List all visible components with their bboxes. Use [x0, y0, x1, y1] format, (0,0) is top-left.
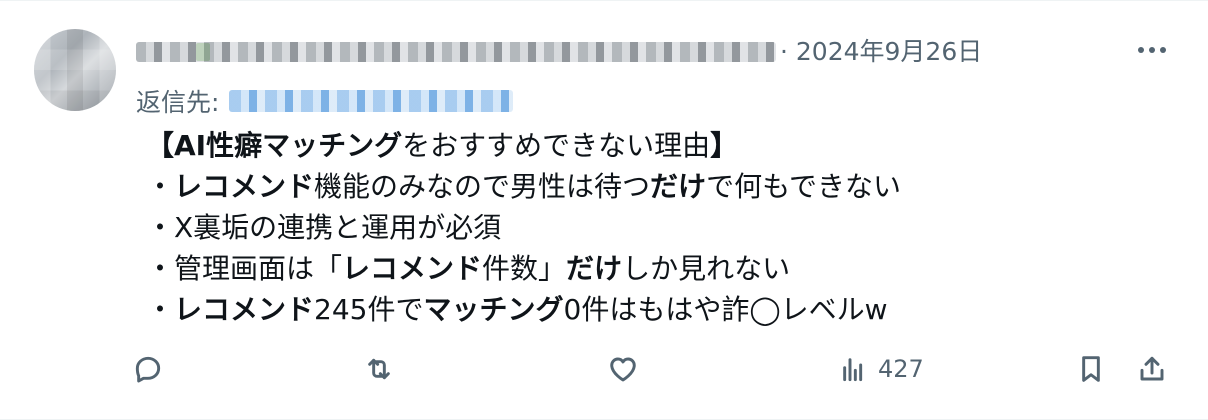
tweet-text-line: ・X裏垢の連携と運用が必須: [146, 207, 1166, 248]
tweet-text-bold: レコメンド: [342, 252, 483, 285]
tweet-text-segment: ・: [146, 293, 175, 326]
retweet-button[interactable]: [363, 347, 395, 391]
tweet-header: · 2024年9月26日: [136, 34, 982, 70]
tweet-text-bold: マッチング: [423, 293, 564, 326]
tweet-text-bold: レコメンド: [174, 170, 315, 203]
views-icon: [843, 358, 863, 382]
views-button[interactable]: 427: [838, 347, 924, 391]
tweet-text-segment: ・: [146, 170, 175, 203]
tweet-text-segment: ・管理画面は「: [146, 252, 343, 285]
tweet-text-bold: 【AI性癖マッチング: [146, 129, 403, 162]
tweet: · 2024年9月26日 返信先: 【AI性癖マッチングをおすすめできない理由】…: [0, 0, 1208, 420]
reply-button[interactable]: [132, 347, 164, 391]
tweet-text-line: ・レコメンド245件でマッチング0件はもはや詐◯レベルw: [146, 289, 1166, 330]
tweet-text-line: ・管理画面は「レコメンド件数」だけしか見れない: [146, 248, 1166, 289]
more-button[interactable]: [1130, 35, 1174, 65]
reply-label: 返信先:: [136, 88, 220, 117]
bookmark-icon: [1082, 356, 1100, 382]
tweet-text-segment: 件数」: [482, 252, 567, 285]
tweet-text-segment: ・X裏垢の連携と運用が必須: [146, 211, 502, 244]
reply-context: 返信先:: [136, 83, 514, 119]
blurred-display-name[interactable]: [136, 42, 776, 62]
tweet-text-bold: 】: [710, 129, 739, 162]
view-count: 427: [878, 355, 924, 383]
tweet-text-segment: 機能のみなので男性は待つ: [314, 170, 651, 203]
tweet-text-segment: 0件はもはや詐◯レベルw: [563, 293, 888, 326]
tweet-text-segment: 245件で: [314, 293, 424, 326]
blurred-reply-handle[interactable]: [229, 90, 514, 112]
tweet-text-bold: だけ: [566, 252, 623, 285]
avatar[interactable]: [34, 29, 116, 111]
tweet-date[interactable]: · 2024年9月26日: [780, 34, 982, 70]
tweet-text-bold: レコメンド: [174, 293, 315, 326]
share-icon: [1140, 356, 1164, 381]
tweet-text: 【AI性癖マッチングをおすすめできない理由】 ・レコメンド機能のみなので男性は待つ…: [146, 125, 1166, 330]
tweet-text-bold: だけ: [650, 170, 707, 203]
tweet-actions: 427: [132, 347, 1182, 391]
reply-icon: [135, 356, 161, 383]
tweet-text-segment: をおすすめできない理由: [402, 129, 711, 162]
like-button[interactable]: [607, 347, 639, 391]
tweet-text-line: ・レコメンド機能のみなので男性は待つだけで何もできない: [146, 166, 1166, 207]
tweet-text-line: 【AI性癖マッチングをおすすめできない理由】: [146, 125, 1166, 166]
more-horizontal-icon: [1138, 47, 1166, 53]
share-button[interactable]: [1136, 347, 1168, 391]
bookmark-button[interactable]: [1075, 347, 1107, 391]
retweet-icon: [368, 358, 390, 380]
tweet-text-segment: しか見れない: [622, 252, 791, 285]
tweet-text-segment: で何もできない: [706, 170, 901, 203]
heart-icon: [610, 357, 636, 382]
